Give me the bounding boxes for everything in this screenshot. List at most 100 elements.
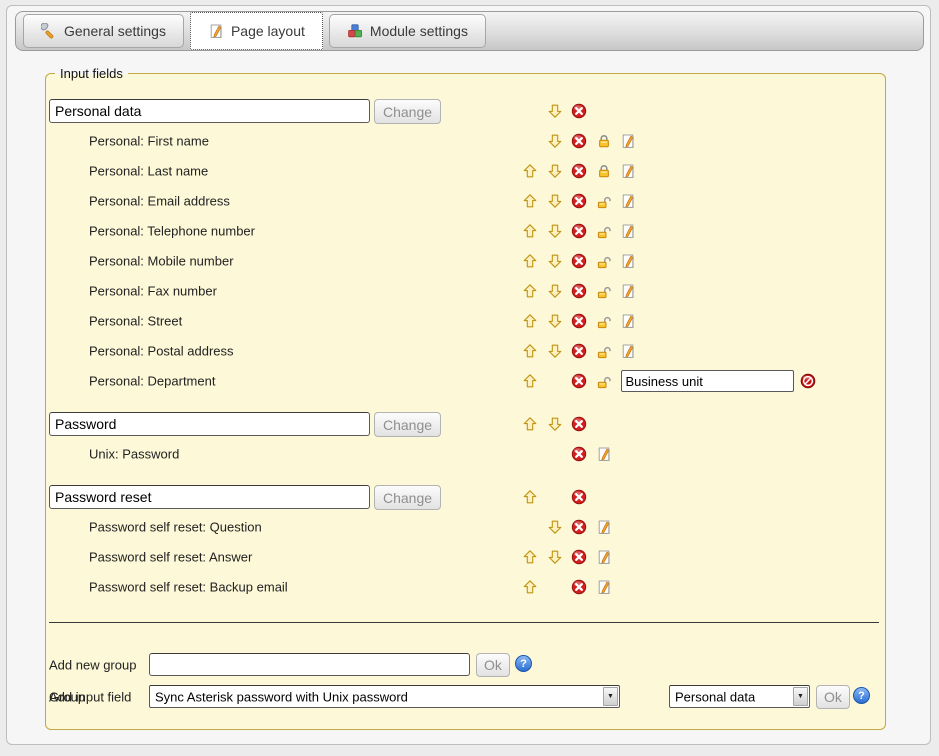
delete-icon[interactable]: [571, 253, 596, 269]
help-icon[interactable]: ?: [515, 655, 532, 672]
move-down-icon[interactable]: [547, 519, 572, 535]
unlock-icon[interactable]: [596, 373, 621, 389]
input-field-label: Personal: Mobile number: [89, 254, 234, 269]
delete-icon[interactable]: [571, 579, 596, 595]
move-down-icon[interactable]: [547, 283, 572, 299]
group-select[interactable]: Personal data ▼: [669, 685, 810, 708]
delete-icon[interactable]: [571, 446, 596, 462]
help-icon[interactable]: ?: [853, 687, 870, 704]
delete-icon[interactable]: [571, 163, 596, 179]
input-field-label: Personal: Last name: [89, 164, 208, 179]
delete-icon[interactable]: [571, 549, 596, 565]
forbidden-icon[interactable]: [800, 373, 816, 389]
tab-module-settings[interactable]: Module settings: [329, 14, 486, 48]
move-up-icon[interactable]: [522, 489, 547, 505]
lock-icon[interactable]: [596, 163, 621, 179]
input-field-label: Unix: Password: [89, 447, 179, 462]
delete-icon[interactable]: [571, 283, 596, 299]
edit-icon[interactable]: [620, 163, 645, 179]
move-down-icon[interactable]: [547, 549, 572, 565]
group-header-row: Change: [49, 99, 885, 124]
delete-icon[interactable]: [571, 519, 596, 535]
input-field-label: Password self reset: Answer: [89, 550, 252, 565]
move-up-icon[interactable]: [522, 193, 547, 209]
unlock-icon[interactable]: [596, 313, 621, 329]
edit-icon[interactable]: [620, 193, 645, 209]
move-up-icon[interactable]: [522, 223, 547, 239]
edit-icon[interactable]: [620, 313, 645, 329]
change-button[interactable]: Change: [374, 485, 441, 510]
unlock-icon[interactable]: [596, 193, 621, 209]
input-field-row: Personal: First name: [49, 126, 885, 156]
tab-page-layout[interactable]: Page layout: [190, 12, 323, 50]
input-field-label: Personal: Email address: [89, 194, 230, 209]
input-field-label: Password self reset: Question: [89, 520, 262, 535]
group-label: Group: [49, 690, 85, 705]
group-name-input[interactable]: [49, 485, 370, 509]
move-up-icon[interactable]: [522, 416, 547, 432]
move-down-icon[interactable]: [547, 163, 572, 179]
edit-icon[interactable]: [620, 133, 645, 149]
delete-icon[interactable]: [571, 193, 596, 209]
add-input-field-row: Add input field Sync Asterisk password w…: [49, 683, 885, 711]
group-header-row: Change: [49, 412, 885, 437]
row-actions: [522, 280, 645, 302]
move-up-icon[interactable]: [522, 373, 547, 389]
lock-icon[interactable]: [596, 133, 621, 149]
group-name-input[interactable]: [49, 99, 370, 123]
group-name-input[interactable]: [49, 412, 370, 436]
edit-icon[interactable]: [596, 549, 621, 565]
chevron-down-icon[interactable]: ▼: [793, 687, 808, 706]
change-button[interactable]: Change: [374, 412, 441, 437]
move-up-icon[interactable]: [522, 579, 547, 595]
tab-general-settings[interactable]: General settings: [23, 14, 184, 48]
delete-icon[interactable]: [571, 416, 596, 432]
delete-icon[interactable]: [571, 103, 596, 119]
move-down-icon[interactable]: [547, 253, 572, 269]
move-down-icon[interactable]: [547, 133, 572, 149]
add-group-input[interactable]: [149, 653, 470, 676]
tab-label: Module settings: [370, 23, 468, 39]
chevron-down-icon[interactable]: ▼: [603, 687, 618, 706]
edit-icon[interactable]: [620, 283, 645, 299]
move-down-icon[interactable]: [547, 416, 572, 432]
move-down-icon[interactable]: [547, 313, 572, 329]
edit-icon[interactable]: [620, 253, 645, 269]
edit-icon[interactable]: [620, 223, 645, 239]
move-down-icon[interactable]: [547, 193, 572, 209]
move-down-icon[interactable]: [547, 223, 572, 239]
move-up-icon[interactable]: [522, 549, 547, 565]
row-actions: [522, 100, 596, 122]
edit-icon[interactable]: [620, 343, 645, 359]
move-up-icon[interactable]: [522, 343, 547, 359]
input-fields-fieldset: Input fields ChangePersonal: First nameP…: [45, 73, 886, 730]
add-group-ok-button[interactable]: Ok: [476, 653, 510, 677]
move-down-icon[interactable]: [547, 343, 572, 359]
divider: [49, 622, 879, 623]
move-down-icon[interactable]: [547, 103, 572, 119]
delete-icon[interactable]: [571, 313, 596, 329]
unlock-icon[interactable]: [596, 283, 621, 299]
unlock-icon[interactable]: [596, 223, 621, 239]
edit-icon[interactable]: [596, 519, 621, 535]
move-up-icon[interactable]: [522, 163, 547, 179]
delete-icon[interactable]: [571, 489, 596, 505]
delete-icon[interactable]: [571, 133, 596, 149]
row-actions: [522, 340, 645, 362]
unlock-icon[interactable]: [596, 343, 621, 359]
move-up-icon[interactable]: [522, 313, 547, 329]
delete-icon[interactable]: [571, 223, 596, 239]
move-up-icon[interactable]: [522, 253, 547, 269]
add-field-ok-button[interactable]: Ok: [816, 685, 850, 709]
change-button[interactable]: Change: [374, 99, 441, 124]
delete-icon[interactable]: [571, 343, 596, 359]
edit-icon[interactable]: [596, 579, 621, 595]
department-name-input[interactable]: [621, 370, 794, 392]
edit-icon[interactable]: [596, 446, 621, 462]
unlock-icon[interactable]: [596, 253, 621, 269]
group-header-row: Change: [49, 485, 885, 510]
delete-icon[interactable]: [571, 373, 596, 389]
move-up-icon[interactable]: [522, 283, 547, 299]
empty-icon-slot: [522, 519, 547, 535]
input-field-select[interactable]: Sync Asterisk password with Unix passwor…: [149, 685, 620, 708]
